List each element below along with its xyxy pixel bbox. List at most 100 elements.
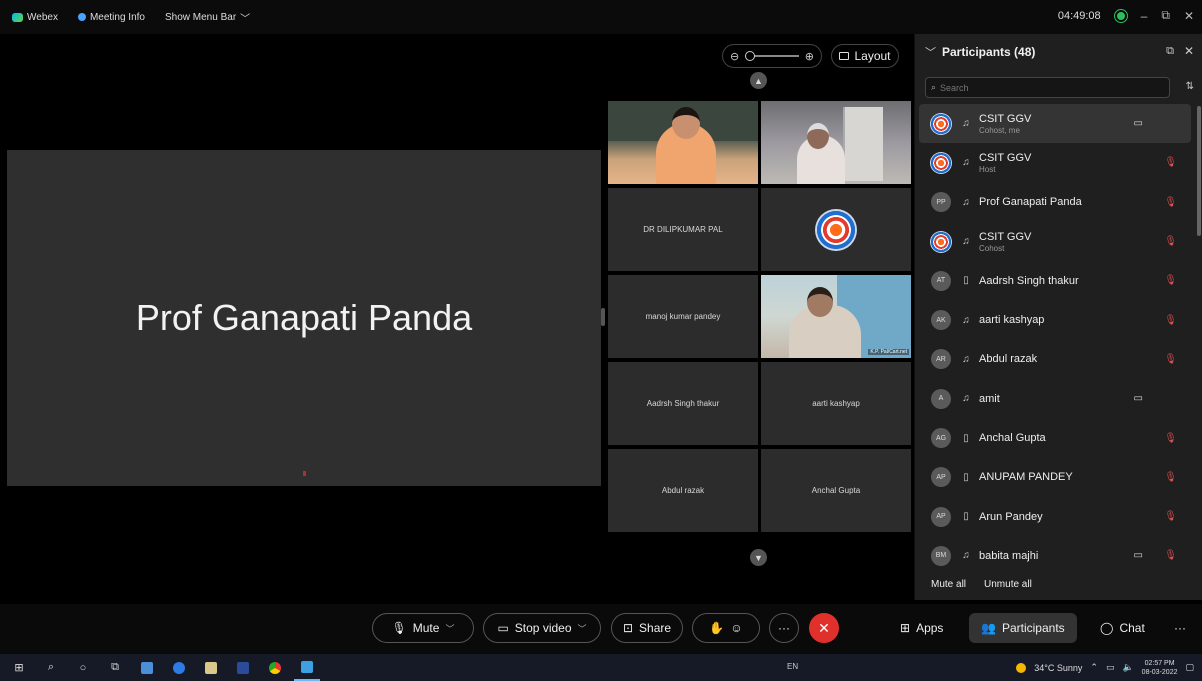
tile-name: DR DILIPKUMAR PAL [643, 225, 723, 234]
video-tile-anchal[interactable]: Anchal Gupta [761, 449, 911, 532]
mute-all-button[interactable]: Mute all [931, 579, 966, 590]
mute-button[interactable]: 🎙 Mute ﹀ [372, 613, 474, 643]
taskbar-webex[interactable] [294, 654, 320, 681]
show-menu-bar-button[interactable]: Show Menu Bar ﹀ [165, 10, 250, 25]
sort-icon[interactable]: ⇅ [1186, 81, 1194, 92]
weather-text[interactable]: 34°C Sunny [1034, 663, 1082, 673]
participant-row[interactable]: ♫ CSIT GGV Cohost, me ▭ [919, 104, 1191, 144]
search-input[interactable] [940, 82, 1161, 93]
stop-video-button[interactable]: ▭ Stop video ﹀ [483, 613, 601, 643]
taskbar-app-1[interactable] [134, 654, 160, 681]
zoom-knob[interactable] [745, 51, 756, 61]
clock[interactable]: 02:57 PM 08-03-2022 [1142, 659, 1178, 677]
task-view-button[interactable]: ⧉ [102, 654, 128, 681]
chevron-down-icon[interactable]: ﹀ [578, 622, 587, 635]
video-tile-abdul[interactable]: Abdul razak [608, 449, 758, 532]
leave-meeting-button[interactable]: ✕ [809, 613, 839, 643]
zoom-in-icon[interactable]: ⊕ [805, 50, 814, 63]
participant-row[interactable]: PP ♫ Prof Ganapati Panda 🎙 [919, 183, 1191, 222]
participant-row[interactable]: AP ▯ Arun Pandey 🎙 [919, 497, 1191, 536]
chevron-up-icon[interactable]: ⌃ [1090, 662, 1098, 673]
video-name-tag: K.P. Pal/Cart.net [868, 349, 909, 355]
volume-icon[interactable]: 🔈 [1122, 662, 1133, 673]
participant-row[interactable]: AG ▯ Anchal Gupta 🎙 [919, 418, 1191, 457]
minimize-button[interactable]: – [1141, 9, 1148, 23]
close-window-button[interactable]: ✕ [1184, 9, 1194, 23]
raise-hand-icon[interactable]: ✋ [709, 621, 724, 635]
camera-on-icon[interactable]: ▭ [1134, 393, 1143, 404]
zoom-track[interactable] [745, 51, 799, 61]
video-tile-csit[interactable] [761, 188, 911, 271]
start-button[interactable]: ⊞ [6, 654, 32, 681]
search-button[interactable]: ⌕ [38, 654, 64, 681]
layout-button[interactable]: Layout [831, 44, 899, 68]
participant-row[interactable]: ♫ CSIT GGV Cohost 🎙 [919, 222, 1191, 261]
muted-mic-icon[interactable]: 🎙 [1164, 275, 1177, 286]
participant-row[interactable]: AP ▯ ANUPAM PANDEY 🎙 [919, 458, 1191, 497]
chevron-down-icon: ﹀ [240, 13, 251, 25]
muted-mic-icon[interactable]: 🎙 [1164, 511, 1177, 522]
video-tile-1[interactable] [608, 101, 758, 184]
participant-search[interactable]: ⌕ [925, 77, 1170, 98]
share-button[interactable]: ⊡ Share [611, 613, 683, 643]
grid-scroll-down-button[interactable]: ▼ [750, 549, 767, 566]
unmute-all-button[interactable]: Unmute all [984, 579, 1032, 590]
taskbar-chrome[interactable] [262, 654, 288, 681]
emoji-icon[interactable]: ☺ [730, 621, 742, 635]
video-tile-aarti[interactable]: aarti kashyap [761, 362, 911, 445]
stage-resize-handle[interactable] [601, 308, 605, 326]
popout-icon[interactable]: ⧉ [1166, 45, 1174, 58]
chevron-down-icon[interactable]: ﹀ [445, 622, 454, 635]
status-icon[interactable] [1114, 9, 1127, 22]
participants-tab[interactable]: 👥 Participants [969, 613, 1077, 643]
video-tile-2[interactable] [761, 101, 911, 184]
muted-mic-icon[interactable]: 🎙 [1164, 550, 1177, 561]
grid-scroll-up-button[interactable]: ▲ [750, 72, 767, 89]
chat-tab[interactable]: ◯ Chat [1088, 613, 1157, 643]
participants-header[interactable]: ﹀ Participants (48) ⧉ ✕ [915, 34, 1202, 70]
participant-row[interactable]: ♫ CSIT GGV Host 🎙 [919, 143, 1191, 182]
participant-row[interactable]: A ♫ amit ▭ [919, 379, 1191, 418]
video-tile-aadrsh[interactable]: Aadrsh Singh thakur [608, 362, 758, 445]
video-tile-3[interactable]: K.P. Pal/Cart.net [761, 275, 911, 358]
muted-mic-icon[interactable]: 🎙 [1164, 157, 1177, 168]
headset-icon: ♫ [962, 118, 970, 130]
muted-mic-icon[interactable]: 🎙 [1164, 472, 1177, 483]
video-tile-dilipkumar[interactable]: DR DILIPKUMAR PAL [608, 188, 758, 271]
muted-mic-icon[interactable]: 🎙 [1164, 197, 1177, 208]
zoom-slider[interactable]: ⊖ ⊕ [722, 44, 822, 68]
more-options-button[interactable]: ··· [769, 613, 799, 643]
apps-tab[interactable]: ⊞ Apps [888, 613, 955, 643]
meeting-info-button[interactable]: Meeting Info [77, 12, 145, 23]
info-icon [77, 13, 86, 21]
close-panel-icon[interactable]: ✕ [1184, 44, 1194, 58]
camera-on-icon[interactable]: ▭ [1134, 550, 1143, 561]
restore-button[interactable]: ⧉ [1161, 8, 1170, 23]
network-icon[interactable]: ▭ [1106, 662, 1115, 673]
participant-row[interactable]: BM ♫ babita majhi ▭ 🎙 [919, 536, 1191, 575]
camera-on-icon[interactable]: ▭ [1134, 118, 1143, 129]
panel-scrollbar[interactable] [1197, 106, 1201, 236]
muted-mic-icon[interactable]: 🎙 [1164, 315, 1177, 326]
participant-row[interactable]: AR ♫ Abdul razak 🎙 [919, 340, 1191, 379]
muted-mic-icon[interactable]: 🎙 [1164, 433, 1177, 444]
avatar: AP [931, 506, 951, 527]
collapse-chevron-icon[interactable]: ﹀ [925, 44, 936, 60]
close-icon: ✕ [818, 619, 830, 636]
zoom-out-icon[interactable]: ⊖ [730, 50, 739, 63]
taskbar-app-3[interactable] [198, 654, 224, 681]
muted-mic-icon[interactable]: 🎙 [1164, 236, 1177, 247]
reactions-button[interactable]: ✋ ☺ [692, 613, 760, 643]
webex-menu[interactable]: Webex [12, 12, 58, 23]
muted-mic-icon[interactable]: 🎙 [1164, 354, 1177, 365]
chat-label: Chat [1119, 621, 1145, 635]
taskbar-app-4[interactable] [230, 654, 256, 681]
participant-row[interactable]: AT ▯ Aadrsh Singh thakur 🎙 [919, 261, 1191, 300]
video-tile-manoj[interactable]: manoj kumar pandey [608, 275, 758, 358]
notification-icon[interactable]: ▢ [1185, 662, 1194, 673]
input-language[interactable]: EN [787, 662, 798, 671]
participant-row[interactable]: AK ♫ aarti kashyap 🎙 [919, 300, 1191, 339]
taskbar-app-2[interactable] [166, 654, 192, 681]
overflow-menu-button[interactable]: ··· [1162, 613, 1198, 643]
cortana-button[interactable]: ○ [70, 654, 96, 681]
